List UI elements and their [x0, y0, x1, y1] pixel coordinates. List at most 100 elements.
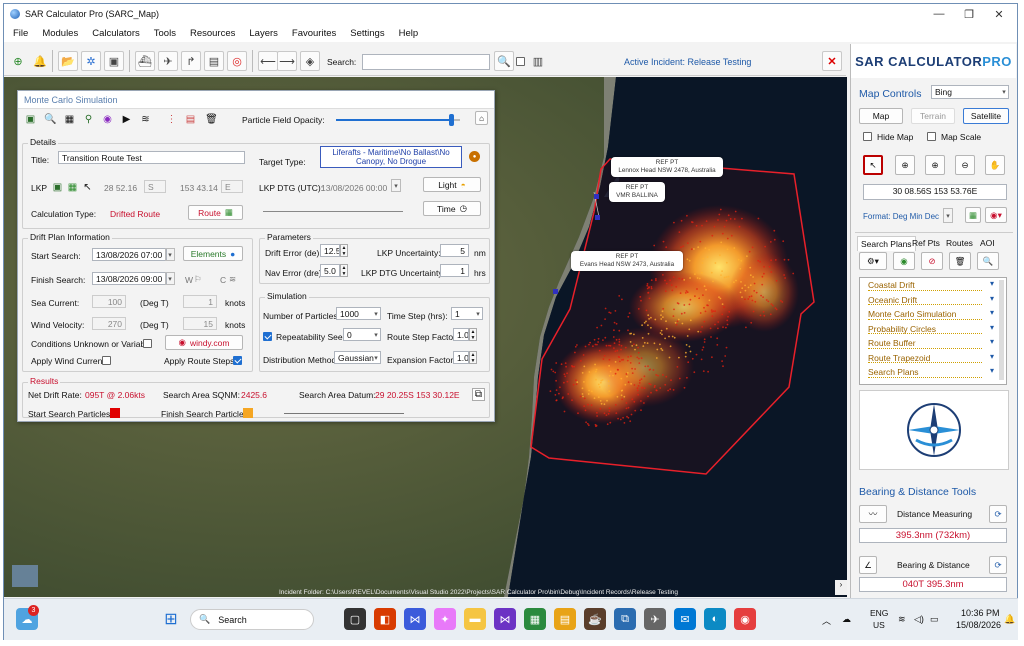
signpost-icon[interactable]: ↱: [181, 51, 201, 71]
chrome-icon[interactable]: ◉: [734, 608, 756, 630]
menu-resources[interactable]: Resources: [190, 28, 235, 39]
minimize-icon[interactable]: —: [924, 4, 954, 24]
opacity-slider[interactable]: [336, 114, 460, 126]
format-dropdown-icon[interactable]: ▾: [943, 208, 953, 223]
clock-time[interactable]: 10:36 PM: [961, 608, 1000, 618]
ref-point-callout[interactable]: REF PT Lennox Head NSW 2478, Australia: [611, 157, 723, 177]
time-button[interactable]: Time ◷: [423, 201, 481, 216]
spreadsheet-icon[interactable]: ▦: [524, 608, 546, 630]
conditions-checkbox[interactable]: [143, 339, 152, 348]
lkp-lat-hemisphere[interactable]: S: [144, 180, 166, 193]
start-search-input[interactable]: 13/08/2026 07:00: [92, 248, 167, 261]
aircraft-icon[interactable]: ✈: [158, 51, 178, 71]
start-particles-swatch[interactable]: [110, 408, 120, 418]
menu-tools[interactable]: Tools: [154, 28, 176, 39]
list-item[interactable]: Route Buffer: [860, 336, 1006, 351]
target-type-value[interactable]: Liferafts - Maritime\No Ballast\No Canop…: [320, 146, 462, 168]
search-icon[interactable]: 🔍: [44, 113, 57, 126]
pan-hand-icon[interactable]: ✋: [985, 155, 1005, 175]
menu-favourites[interactable]: Favourites: [292, 28, 336, 39]
menu-layers[interactable]: Layers: [249, 28, 278, 39]
grid-icon[interactable]: ▦: [63, 113, 76, 126]
close-incident-icon[interactable]: ✕: [822, 51, 842, 71]
list-item[interactable]: Search Plans: [860, 365, 1006, 380]
drift-error-spinner[interactable]: ▲ ▼: [340, 244, 348, 257]
lkp-lon-hemisphere[interactable]: E: [221, 180, 243, 193]
clock-date[interactable]: 15/08/2026: [956, 620, 1001, 630]
zoom-box-icon[interactable]: ⊕: [895, 155, 915, 175]
windy-button[interactable]: ◉ windy.com: [165, 335, 243, 350]
lkp-dtg-dropdown-icon[interactable]: ▾: [391, 179, 401, 192]
ref-point-callout[interactable]: REF PT Evans Head NSW 2473, Australia: [571, 251, 683, 271]
delete-plan-icon[interactable]: 🗑: [949, 252, 971, 270]
hide-map-checkbox[interactable]: [863, 132, 872, 141]
menu-file[interactable]: File: [13, 28, 28, 39]
delete-icon[interactable]: 🗑: [205, 113, 218, 126]
lifebuoy-icon[interactable]: ◎: [227, 51, 247, 71]
pattern-icon[interactable]: ⋮: [165, 113, 178, 126]
tab-ref-pts[interactable]: Ref Pts: [909, 236, 943, 250]
list-item[interactable]: Coastal Drift: [860, 278, 1006, 293]
menu-modules[interactable]: Modules: [42, 28, 78, 39]
list-item[interactable]: Oceanic Drift: [860, 293, 1006, 308]
arrow-left-icon[interactable]: ⟵: [258, 51, 278, 71]
list-scrollbar[interactable]: [999, 280, 1004, 380]
task-view-icon[interactable]: ▢: [344, 608, 366, 630]
taskbar-search[interactable]: 🔍 Search: [190, 609, 314, 630]
nav-error-spinner[interactable]: ▲ ▼: [340, 264, 348, 277]
office-icon[interactable]: ◧: [374, 608, 396, 630]
report-icon[interactable]: ▤: [184, 113, 197, 126]
wind-deg[interactable]: 270: [92, 317, 126, 330]
finish-search-input[interactable]: 13/08/2026 09:00: [92, 272, 167, 285]
layers-icon[interactable]: ◈: [300, 51, 320, 71]
finish-search-dropdown-icon[interactable]: ▾: [165, 272, 175, 285]
open-folder-icon[interactable]: 📂: [58, 51, 78, 71]
route-step-spinner[interactable]: ▲ ▼: [469, 328, 477, 341]
zoom-out-icon[interactable]: ⊖: [955, 155, 975, 175]
opacity-thumb[interactable]: [449, 114, 455, 126]
lkp-pick-icon[interactable]: ↖: [81, 181, 94, 194]
bell-icon[interactable]: 🔔: [30, 51, 50, 71]
time-step-dropdown-icon[interactable]: ▾: [473, 307, 483, 320]
route-button[interactable]: Route ▦: [188, 205, 243, 220]
outlook-icon[interactable]: ✉: [674, 608, 696, 630]
bearing-distance-label[interactable]: Bearing & Distance: [897, 560, 970, 570]
satellite-button[interactable]: Satellite: [963, 108, 1009, 124]
cloud-icon[interactable]: ☁: [842, 614, 851, 625]
tab-routes[interactable]: Routes: [943, 236, 976, 250]
route-step-input[interactable]: 1.0: [453, 328, 469, 341]
refresh-bearing-icon[interactable]: ⟳: [989, 556, 1007, 574]
tab-search-plans[interactable]: Search Plans: [857, 236, 916, 251]
save-icon[interactable]: ▣: [104, 51, 124, 71]
notes-icon[interactable]: ▤: [554, 608, 576, 630]
maximize-icon[interactable]: ❐: [954, 4, 984, 24]
volume-icon[interactable]: ◁): [914, 614, 924, 625]
angle-icon[interactable]: ∠: [859, 556, 877, 574]
lkp-lon[interactable]: 153 43.14: [180, 183, 218, 193]
lkp-dtg-value[interactable]: 13/08/2026 00:00: [321, 183, 387, 193]
search-icon[interactable]: 🔍: [494, 51, 514, 71]
hide-eye-icon[interactable]: ⊘: [921, 252, 943, 270]
repeatability-seed-checkbox[interactable]: [263, 332, 272, 341]
expansion-input[interactable]: 1.0: [453, 351, 469, 364]
lkp-lat[interactable]: 28 52.16: [104, 183, 137, 193]
location-icon[interactable]: ⚲: [82, 113, 95, 126]
vs-code-icon[interactable]: ⋈: [494, 608, 516, 630]
distance-measuring-label[interactable]: Distance Measuring: [897, 509, 972, 519]
terrain-button[interactable]: Terrain: [911, 108, 955, 124]
collapse-icon[interactable]: ⌂: [475, 111, 488, 125]
flag-icon[interactable]: ⚐: [194, 274, 202, 285]
map-scale-checkbox[interactable]: [927, 132, 936, 141]
lkp-uncertainty-input[interactable]: 5: [440, 244, 469, 257]
title-input[interactable]: Transition Route Test: [58, 151, 245, 164]
search-input[interactable]: [362, 54, 490, 70]
save-icon[interactable]: ▣: [24, 113, 37, 126]
file-explorer-icon[interactable]: ▬: [464, 608, 486, 630]
drift-error-input[interactable]: 12.5: [320, 244, 340, 257]
menu-calculators[interactable]: Calculators: [92, 28, 140, 39]
contact-card-icon[interactable]: ▤: [204, 51, 224, 71]
pointer-icon[interactable]: ↖: [863, 155, 883, 175]
notification-bell-icon[interactable]: 🔔: [1004, 614, 1015, 625]
format-label[interactable]: Format: Deg Min Dec: [863, 212, 939, 221]
camera-icon[interactable]: ◉▾: [985, 207, 1007, 223]
